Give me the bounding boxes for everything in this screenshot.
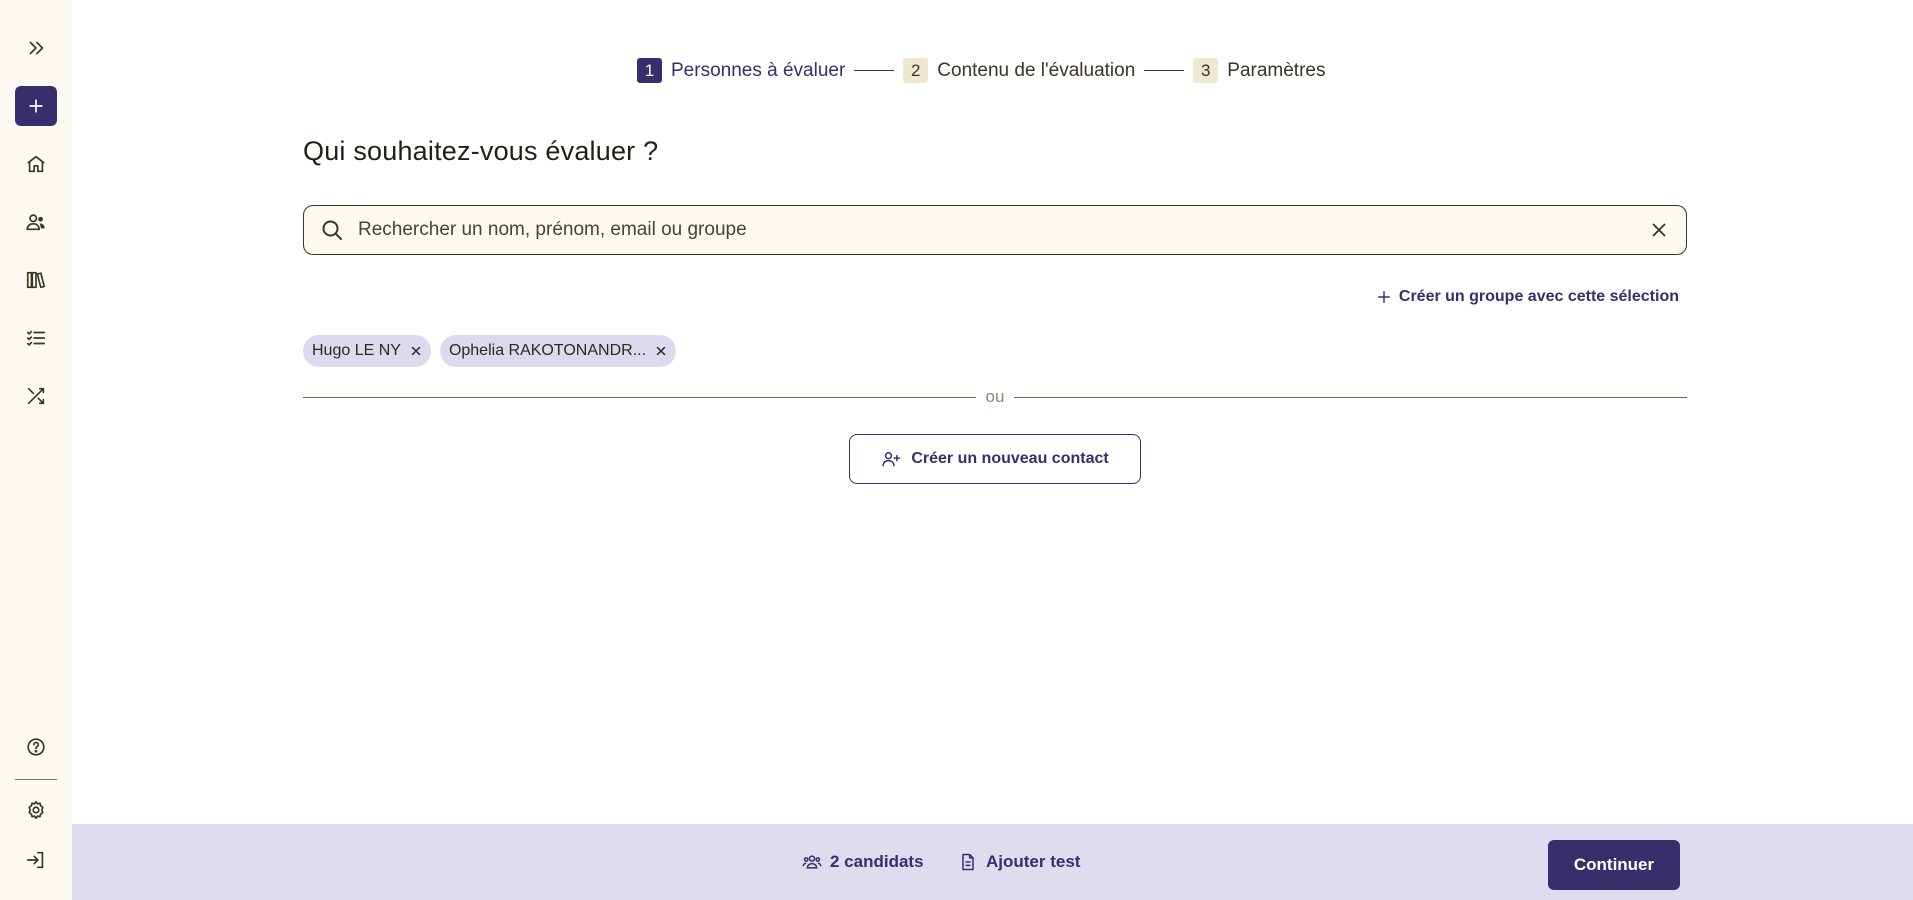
gear-icon <box>28 800 44 820</box>
candidates-count-button[interactable]: 2 candidats <box>802 852 924 872</box>
expand-sidebar-button[interactable] <box>16 28 56 68</box>
sidebar-item-evaluations[interactable] <box>16 318 56 358</box>
document-icon <box>962 853 974 871</box>
library-icon <box>26 271 46 289</box>
home-icon <box>27 155 45 173</box>
create-contact-label: Créer un nouveau contact <box>911 450 1109 467</box>
sidebar-divider <box>15 779 57 780</box>
search-input[interactable] <box>358 219 1648 241</box>
chip-label: Hugo LE NY <box>312 342 401 359</box>
remove-chip-icon[interactable] <box>409 344 423 358</box>
search-icon <box>322 220 342 240</box>
step-settings[interactable]: 3 Paramètres <box>1193 58 1325 83</box>
plus-icon <box>29 99 43 113</box>
step-label: Personnes à évaluer <box>671 59 846 81</box>
logout-button[interactable] <box>16 840 56 880</box>
step-connector <box>1144 70 1185 71</box>
stepper: 1 Personnes à évaluer 2 Contenu de l'éva… <box>637 58 1325 83</box>
step-number: 2 <box>903 58 929 83</box>
step-persons[interactable]: 1 Personnes à évaluer <box>637 58 845 83</box>
help-button[interactable] <box>16 727 56 767</box>
step-label: Paramètres <box>1227 59 1326 81</box>
sidebar-item-random[interactable] <box>16 376 56 416</box>
step-connector <box>854 70 895 71</box>
or-divider: ou <box>303 386 1688 408</box>
bottom-bar: 2 candidats Ajouter test Continuer <box>72 824 1913 900</box>
checklist-icon <box>26 330 46 346</box>
expand-icon <box>29 41 44 55</box>
logout-icon <box>26 851 44 869</box>
group-icon <box>802 855 822 869</box>
create-group-label: Créer un groupe avec cette sélection <box>1398 288 1679 305</box>
help-icon <box>27 738 45 756</box>
add-test-label: Ajouter test <box>986 852 1081 871</box>
page-title: Qui souhaitez-vous évaluer ? <box>303 136 659 166</box>
chip-label: Ophelia RAKOTONANDR... <box>448 342 647 359</box>
shuffle-icon <box>27 387 45 405</box>
users-icon <box>26 214 45 231</box>
divider-line <box>303 396 976 398</box>
add-test-button[interactable]: Ajouter test <box>958 852 1080 872</box>
clear-search-icon[interactable] <box>1648 219 1670 241</box>
sidebar-item-contacts[interactable] <box>16 202 56 242</box>
candidates-count-label: 2 candidats <box>830 852 924 871</box>
continue-button[interactable]: Continuer <box>1548 840 1680 890</box>
candidate-chip: Ophelia RAKOTONANDR... <box>439 335 677 367</box>
plus-icon <box>1377 291 1390 303</box>
sidebar <box>0 0 72 900</box>
search-box <box>303 205 1687 255</box>
settings-button[interactable] <box>16 790 56 830</box>
create-group-button[interactable]: Créer un groupe avec cette sélection <box>1377 288 1679 306</box>
sidebar-item-library[interactable] <box>16 260 56 300</box>
sidebar-nav <box>16 144 56 416</box>
sidebar-bottom <box>0 727 72 880</box>
remove-chip-icon[interactable] <box>654 344 668 358</box>
new-evaluation-button[interactable] <box>15 86 57 126</box>
step-number: 1 <box>637 58 662 83</box>
step-content[interactable]: 2 Contenu de l'évaluation <box>903 58 1135 83</box>
add-user-icon <box>882 452 901 467</box>
step-label: Contenu de l'évaluation <box>937 59 1136 81</box>
selected-candidates: Hugo LE NY Ophelia RAKOTONANDR... <box>303 335 677 367</box>
divider-line <box>1014 396 1688 398</box>
or-text: ou <box>985 387 1005 406</box>
sidebar-item-home[interactable] <box>16 144 56 184</box>
step-number: 3 <box>1193 58 1219 83</box>
candidate-chip: Hugo LE NY <box>303 335 431 367</box>
create-contact-button[interactable]: Créer un nouveau contact <box>849 434 1141 484</box>
